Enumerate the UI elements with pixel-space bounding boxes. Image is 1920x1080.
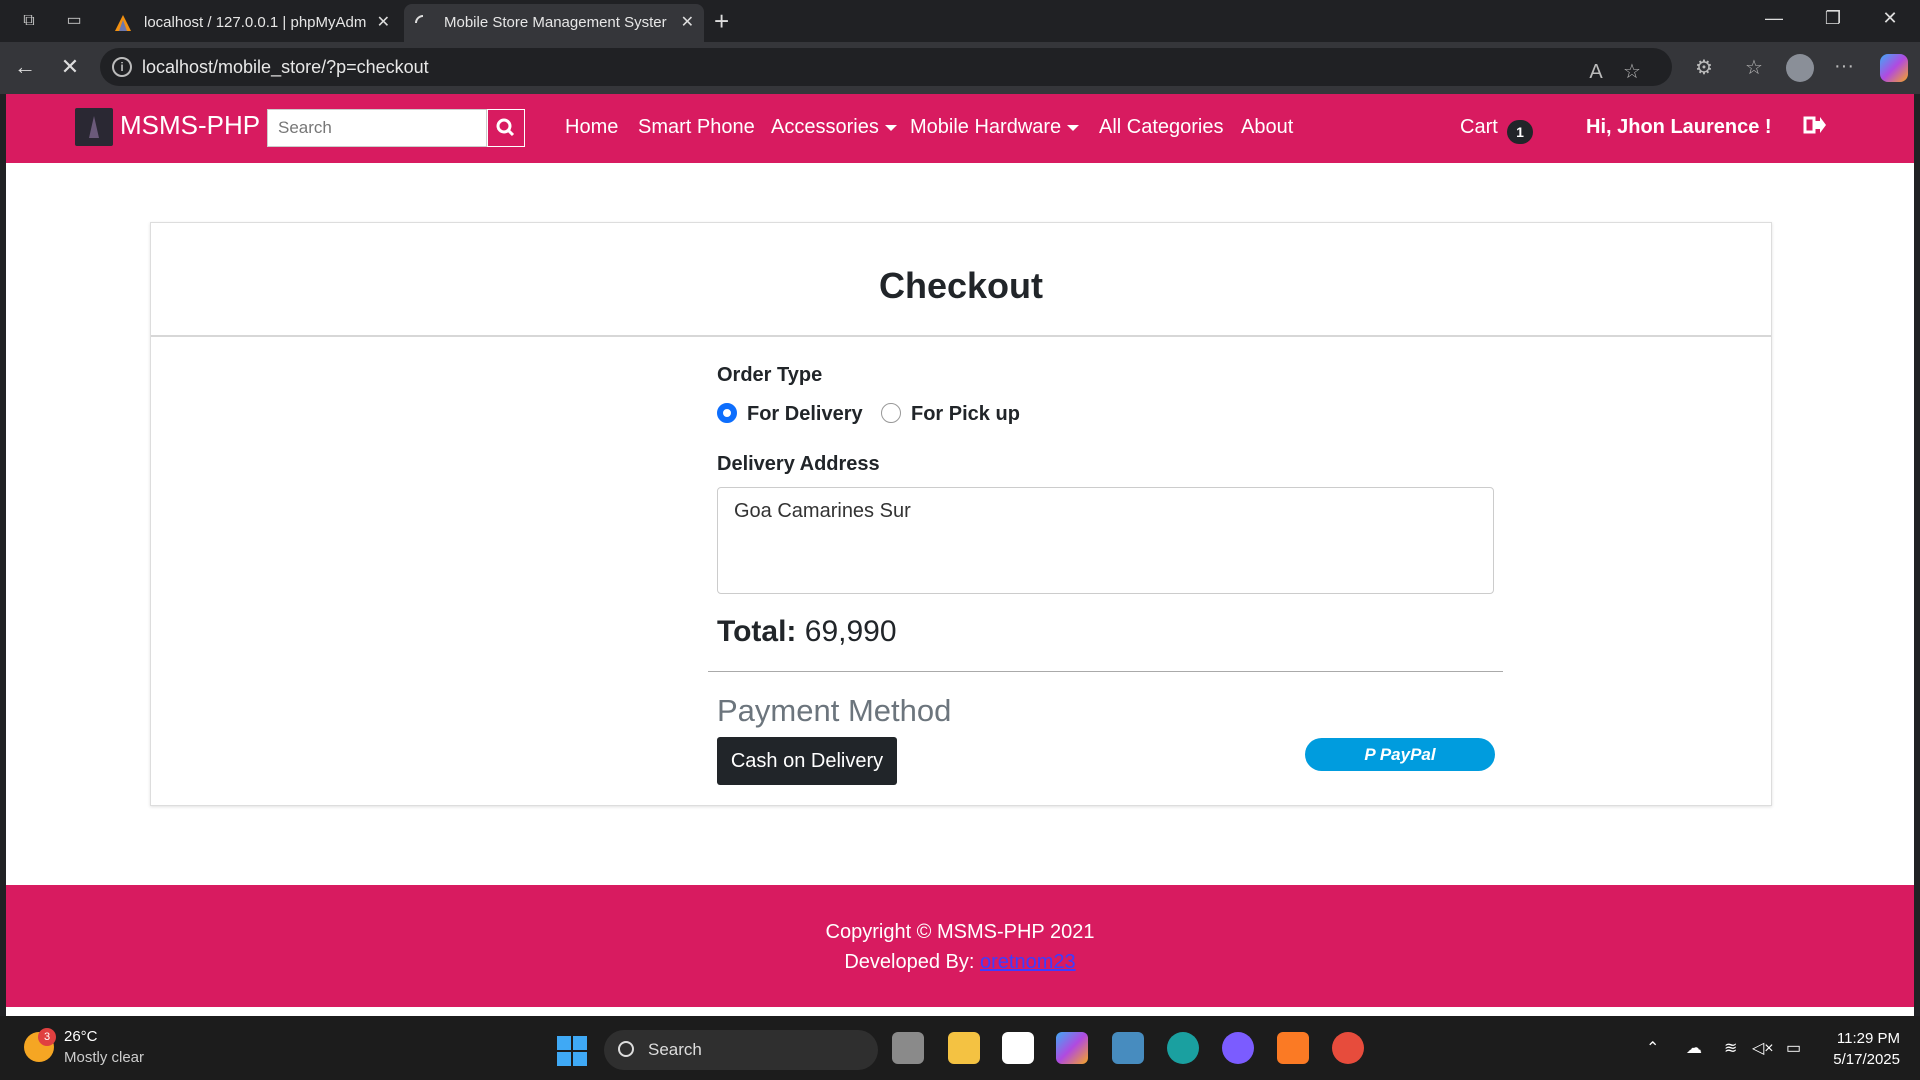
close-window-icon[interactable]: ✕ [1870,8,1910,29]
nav-all-categories[interactable]: All Categories [1099,116,1224,139]
copyright-text: Copyright © MSMS-PHP 2021 [825,921,1095,943]
more-options-icon[interactable]: ··· [1830,55,1858,78]
tab-title: Mobile Store Management Syster [444,14,667,31]
messenger-icon[interactable] [1222,1032,1254,1064]
order-total: Total: 69,990 [717,615,897,649]
browser-tab-strip: ⧉ ▭ localhost / 127.0.0.1 | phpMyAdm ✕ M… [0,0,1920,42]
url-bar[interactable]: i localhost/mobile_store/?p=checkout A ☆ [100,48,1672,86]
weather-badge: 3 [38,1028,56,1046]
delivery-address-field[interactable]: Goa Camarines Sur [717,487,1494,594]
loading-spinner-icon [415,15,424,24]
payment-method-heading: Payment Method [717,693,952,728]
extensions-icon[interactable]: ⚙ [1690,55,1718,80]
paypal-label: PayPal [1379,745,1436,764]
clock-date: 5/17/2025 [1833,1051,1900,1068]
weather-desc[interactable]: Mostly clear [64,1049,144,1066]
taskbar-search-label: Search [648,1040,702,1059]
back-icon[interactable]: ← [10,54,40,80]
cart-link[interactable]: Cart [1460,116,1498,139]
for-pickup-label[interactable]: For Pick up [911,403,1020,426]
read-aloud-icon[interactable]: A [1582,53,1610,91]
developer-link[interactable]: oretnom23 [980,951,1076,973]
logout-icon[interactable] [1802,112,1828,138]
search-input[interactable]: Search [267,109,487,147]
profile-avatar[interactable] [1786,54,1814,82]
cash-on-delivery-button[interactable]: Cash on Delivery [717,737,897,785]
search-button[interactable] [487,109,525,147]
address-bar-row: ← ✕ i localhost/mobile_store/?p=checkout… [0,42,1920,94]
close-tab-icon[interactable]: ✕ [681,4,694,42]
close-tab-icon[interactable]: ✕ [377,4,390,42]
clock[interactable]: 11:29 PM 5/17/2025 [1820,1030,1900,1068]
restore-icon[interactable]: ❐ [1813,8,1853,29]
nav-smart-phone[interactable]: Smart Phone [638,116,755,139]
chrome-icon[interactable] [1332,1032,1364,1064]
weather-temp[interactable]: 26°C [64,1028,98,1045]
xampp-icon[interactable] [1277,1032,1309,1064]
checkout-card: Checkout Order Type For Delivery For Pic… [150,222,1772,806]
browser-tab-mobile-store[interactable]: Mobile Store Management Syster ✕ [404,4,704,42]
new-tab-button[interactable]: + [714,6,729,37]
nav-accessories[interactable]: Accessories [771,116,897,139]
user-greeting[interactable]: Hi, Jhon Laurence ! [1586,116,1772,139]
search-icon [618,1041,634,1057]
copilot-app-icon[interactable] [1056,1032,1088,1064]
stop-loading-icon[interactable]: ✕ [55,54,85,80]
onedrive-icon[interactable]: ☁ [1686,1038,1702,1058]
nav-accessories-label: Accessories [771,116,879,138]
delivery-address-label: Delivery Address [717,453,880,475]
battery-icon[interactable]: ▭ [1786,1038,1801,1058]
volume-muted-icon[interactable]: ◁× [1752,1038,1774,1058]
order-type-label: Order Type [717,364,823,386]
radio-for-pickup[interactable] [881,403,901,423]
tab-actions-icon[interactable]: ▭ [63,10,85,32]
nav-mobile-hardware[interactable]: Mobile Hardware [910,116,1079,139]
site-footer: Copyright © MSMS-PHP 2021 Developed By: … [6,885,1914,1007]
cart-count-badge: 1 [1507,120,1533,144]
total-value: 69,990 [804,615,897,648]
ms-store-icon[interactable] [1002,1032,1034,1064]
nav-about[interactable]: About [1241,116,1293,139]
developed-by-line: Developed By: oretnom23 [6,951,1914,974]
windows-taskbar: 3 26°C Mostly clear Search ⌃ ☁ ≋ ◁× ▭ 11… [0,1016,1920,1080]
nav-home[interactable]: Home [565,116,618,139]
favorite-star-icon[interactable]: ☆ [1618,53,1646,91]
task-view-icon[interactable] [892,1032,924,1064]
clock-time: 11:29 PM [1836,1030,1900,1047]
browser-tab-phpmyadmin[interactable]: localhost / 127.0.0.1 | phpMyAdm ✕ [104,4,400,42]
developed-by-label: Developed By: [844,951,975,973]
wifi-icon[interactable]: ≋ [1724,1038,1737,1058]
minimize-icon[interactable]: — [1754,8,1794,29]
nav-mobile-hardware-label: Mobile Hardware [910,116,1062,138]
godot-icon[interactable] [1112,1032,1144,1064]
paypal-button[interactable]: P PayPal [1305,738,1495,771]
edge-icon[interactable] [1167,1032,1199,1064]
favorites-icon[interactable]: ☆ [1740,55,1768,80]
show-hidden-icons-icon[interactable]: ⌃ [1646,1038,1659,1058]
divider [708,671,1503,672]
search-icon [496,118,515,137]
checkout-card-header: Checkout [151,223,1771,337]
web-page: MSMS-PHP Search Home Smart Phone Accesso… [6,94,1914,1016]
brand-logo[interactable] [75,108,113,146]
brand-name[interactable]: MSMS-PHP [120,110,260,141]
start-button[interactable] [557,1036,587,1066]
phpmyadmin-favicon-icon [115,15,131,31]
url-text: localhost/mobile_store/?p=checkout [142,57,429,77]
copilot-icon[interactable] [1880,54,1908,82]
site-navbar: MSMS-PHP Search Home Smart Phone Accesso… [6,94,1914,163]
site-info-icon[interactable]: i [112,57,132,77]
total-label: Total: [717,615,797,648]
paypal-logo-icon: P [1364,745,1376,764]
workspaces-icon[interactable]: ⧉ [18,10,40,32]
taskbar-search[interactable]: Search [604,1030,878,1070]
radio-for-delivery[interactable] [717,403,737,423]
page-title: Checkout [878,265,1044,306]
for-delivery-label[interactable]: For Delivery [747,403,863,426]
tab-title: localhost / 127.0.0.1 | phpMyAdm [144,14,367,31]
file-explorer-icon[interactable] [948,1032,980,1064]
